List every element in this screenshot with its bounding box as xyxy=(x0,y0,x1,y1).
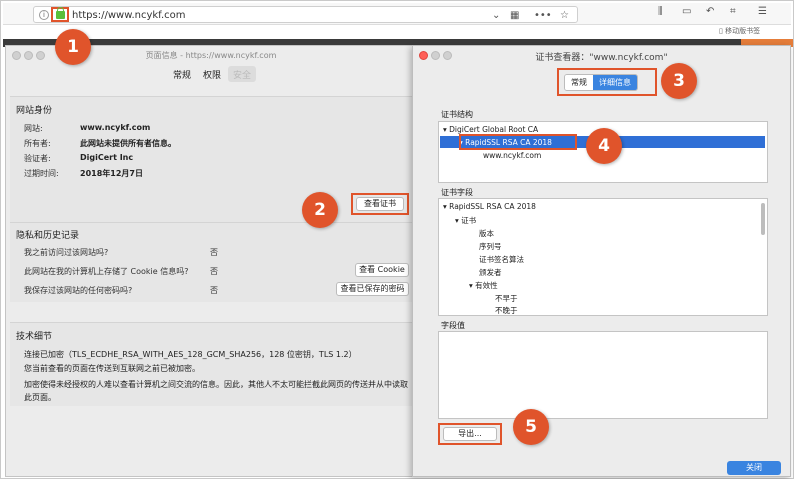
cookie-answer: 否 xyxy=(210,267,218,276)
privacy-section: 隐私和历史记录 我之前访问过该网站吗? 否 此网站在我的计算机上存储了 Cook… xyxy=(10,222,415,302)
menu-icon[interactable]: ☰ xyxy=(758,6,767,17)
star-icon[interactable]: ☆ xyxy=(560,10,569,21)
lock-icon[interactable] xyxy=(56,7,65,19)
fields-scrollbar[interactable] xyxy=(761,203,765,235)
browser-toolbar: i https://www.ncykf.com ⌄ ▦ ••• ☆ ⫼ ▭ ↶ … xyxy=(3,3,791,25)
verifier-value: DigiCert Inc xyxy=(80,153,134,162)
owner-label: 所有者: xyxy=(24,139,51,148)
cert-viewer-tabs: 常规 详细信息 xyxy=(564,74,638,91)
expiry-label: 过期时间: xyxy=(24,169,59,178)
tab-general[interactable]: 常规 xyxy=(168,66,196,82)
certificate-viewer-dialog: 证书查看器："www.ncykf.com" 常规 详细信息 证书结构 ▾ Dig… xyxy=(412,45,791,477)
lock-highlight xyxy=(51,7,69,22)
tab-details[interactable]: 详细信息 xyxy=(593,75,637,90)
screenshot-frame: i https://www.ncykf.com ⌄ ▦ ••• ☆ ⫼ ▭ ↶ … xyxy=(0,0,794,479)
field-item[interactable]: ▾ 证书 xyxy=(455,215,476,226)
callout-1: 1 xyxy=(55,29,91,65)
screenshot-icon[interactable]: ⌗ xyxy=(730,6,736,17)
technical-heading: 技术细节 xyxy=(16,332,53,342)
tree-root-item[interactable]: ▾ DigiCert Global Root CA xyxy=(443,125,538,134)
password-question: 我保存过该网站的任何密码吗? xyxy=(24,286,133,295)
page-info-dialog: 页面信息 - https://www.ncykf.com 常规 权限 安全 网站… xyxy=(5,45,417,477)
more-actions-icon[interactable]: ••• xyxy=(534,10,552,21)
close-button[interactable]: 关闭 xyxy=(727,461,781,475)
callout-5: 5 xyxy=(513,409,549,445)
tab-general[interactable]: 常规 xyxy=(565,75,593,90)
field-value-label: 字段值 xyxy=(441,321,465,330)
tab-permissions[interactable]: 权限 xyxy=(198,66,226,82)
cert-highlight xyxy=(459,134,577,150)
mobile-bookmarks-text: 移动版书签 xyxy=(725,27,761,35)
field-item[interactable]: 不晚于 xyxy=(495,305,518,316)
field-item[interactable]: ▾ 有效性 xyxy=(469,280,498,291)
info-icon[interactable]: i xyxy=(39,10,49,20)
back-icon[interactable]: ↶ xyxy=(706,6,714,17)
site-label: 网站: xyxy=(24,124,43,133)
cert-viewer-title: 证书查看器："www.ncykf.com" xyxy=(535,53,668,63)
page-info-tabs: 常规 权限 安全 xyxy=(168,66,257,82)
technical-section: 技术细节 连接已加密（TLS_ECDHE_RSA_WITH_AES_128_GC… xyxy=(10,322,415,406)
view-cookies-button[interactable]: 查看 Cookie xyxy=(355,263,409,277)
privacy-heading: 隐私和历史记录 xyxy=(16,231,80,241)
visited-question: 我之前访问过该网站吗? xyxy=(24,248,109,257)
chevron-down-icon[interactable]: ⌄ xyxy=(492,10,500,21)
field-item[interactable]: 版本 xyxy=(479,228,494,239)
tab-security[interactable]: 安全 xyxy=(228,66,257,82)
site-value: www.ncykf.com xyxy=(80,123,151,132)
view-passwords-button[interactable]: 查看已保存的密码 xyxy=(336,282,409,296)
tech-line-1: 连接已加密（TLS_ECDHE_RSA_WITH_AES_128_GCM_SHA… xyxy=(24,350,357,359)
callout-3: 3 xyxy=(661,63,697,99)
field-item[interactable]: 不早于 xyxy=(495,293,518,304)
library-icon[interactable]: ⫼ xyxy=(658,6,663,17)
field-label: RapidSSL RSA CA 2018 xyxy=(449,202,536,211)
tech-line-2: 您当前查看的页面在传送到互联网之前已被加密。 xyxy=(24,364,200,373)
field-value-box[interactable] xyxy=(438,331,768,419)
export-button[interactable]: 导出... xyxy=(443,427,497,441)
identity-heading: 网站身份 xyxy=(16,106,53,116)
tech-line-3: 加密使得未经授权的人难以查看计算机之间交流的信息。因此，其他人不太可能拦截此网页… xyxy=(24,380,408,389)
cert-fields-tree[interactable]: ▾ RapidSSL RSA CA 2018 ▾ 证书 版本 序列号 证书签名算… xyxy=(438,198,768,316)
tree-root-label: DigiCert Global Root CA xyxy=(449,125,539,134)
verifier-label: 验证者: xyxy=(24,154,51,163)
password-answer: 否 xyxy=(210,286,218,295)
reader-view-icon[interactable]: ▦ xyxy=(510,10,519,21)
url-text[interactable]: https://www.ncykf.com xyxy=(72,10,186,21)
tree-leaf-item[interactable]: www.ncykf.com xyxy=(483,151,541,160)
cookie-question: 此网站在我的计算机上存储了 Cookie 信息吗? xyxy=(24,267,189,276)
visited-answer: 否 xyxy=(210,248,218,257)
cert-structure-label: 证书结构 xyxy=(441,110,473,119)
field-label: 有效性 xyxy=(475,281,498,290)
tech-line-4: 此页面。 xyxy=(24,393,56,402)
mobile-bookmarks-label[interactable]: ▯ 移动版书签 xyxy=(719,26,760,36)
field-label: 证书 xyxy=(461,216,477,225)
callout-2: 2 xyxy=(302,192,338,228)
field-item[interactable]: 证书签名算法 xyxy=(479,254,524,265)
expiry-value: 2018年12月7日 xyxy=(80,169,143,178)
cert-fields-label: 证书字段 xyxy=(441,188,473,197)
sidebar-icon[interactable]: ▭ xyxy=(682,6,691,17)
address-bar[interactable]: i https://www.ncykf.com ⌄ ▦ ••• ☆ xyxy=(33,6,578,23)
view-certificate-button[interactable]: 查看证书 xyxy=(356,197,404,211)
field-item[interactable]: ▾ RapidSSL RSA CA 2018 xyxy=(443,202,536,211)
field-item[interactable]: 序列号 xyxy=(479,241,502,252)
owner-value: 此网站未提供所有者信息。 xyxy=(80,139,176,148)
callout-4: 4 xyxy=(586,128,622,164)
field-item[interactable]: 颁发者 xyxy=(479,267,502,278)
